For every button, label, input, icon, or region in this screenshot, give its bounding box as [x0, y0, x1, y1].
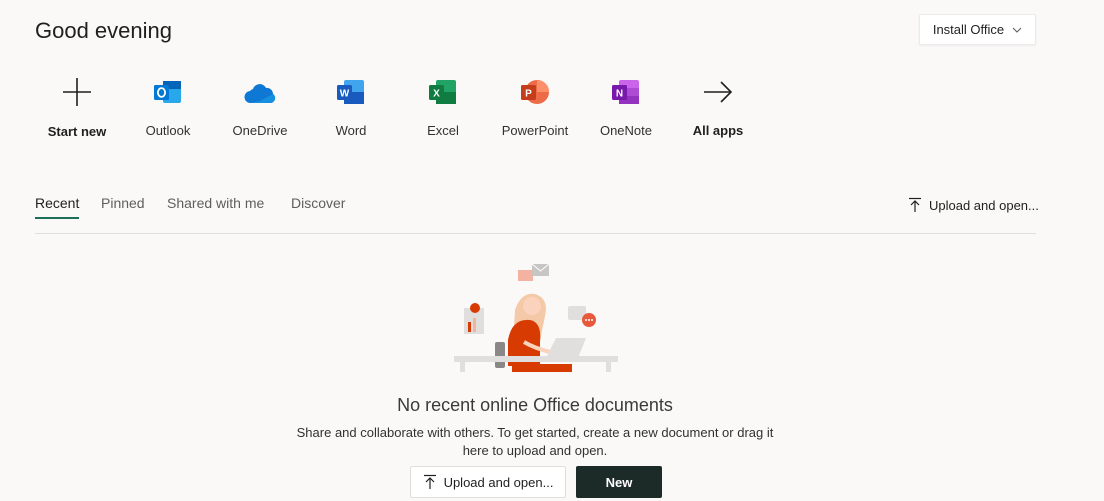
- excel-icon: X: [426, 76, 460, 107]
- upload-icon: [909, 197, 921, 212]
- app-onenote[interactable]: N OneNote: [581, 72, 671, 138]
- app-label: Word: [335, 123, 367, 138]
- tab-shared-with-me[interactable]: Shared with me: [167, 195, 264, 217]
- app-onedrive[interactable]: OneDrive: [215, 72, 305, 138]
- empty-state-title: No recent online Office documents: [397, 395, 673, 415]
- app-powerpoint[interactable]: P PowerPoint: [490, 72, 580, 138]
- upload-icon: [423, 474, 436, 489]
- app-label: OneNote: [599, 123, 653, 138]
- app-label: Excel: [427, 123, 459, 138]
- greeting-heading: Good evening: [35, 18, 172, 43]
- install-office-label: Install Office: [932, 22, 1005, 37]
- app-outlook[interactable]: Outlook: [123, 72, 213, 138]
- upload-and-open-link[interactable]: Upload and open...: [908, 197, 1039, 213]
- tabs-divider: [35, 233, 1036, 234]
- tab-discover[interactable]: Discover: [291, 195, 345, 217]
- outlook-icon: [151, 76, 185, 107]
- app-label: Start new: [47, 124, 107, 139]
- tab-pinned[interactable]: Pinned: [101, 195, 145, 217]
- tab-recent[interactable]: Recent: [35, 195, 80, 219]
- svg-text:W: W: [340, 88, 350, 99]
- install-office-button[interactable]: Install Office: [919, 14, 1036, 45]
- upload-and-open-button[interactable]: Upload and open...: [410, 466, 566, 498]
- arrow-right-icon: [701, 76, 735, 107]
- chevron-down-icon: [1012, 27, 1022, 33]
- upload-and-open-button-label: Upload and open...: [443, 474, 554, 490]
- svg-text:N: N: [616, 88, 623, 99]
- onenote-icon: N: [609, 76, 643, 107]
- new-document-button[interactable]: New: [576, 466, 662, 498]
- svg-text:X: X: [433, 88, 440, 99]
- app-label: OneDrive: [232, 123, 288, 138]
- empty-state-illustration: [454, 263, 618, 372]
- app-excel[interactable]: X Excel: [398, 72, 488, 138]
- app-label: All apps: [692, 123, 744, 138]
- start-new-button[interactable]: Start new: [32, 72, 122, 139]
- svg-text:P: P: [525, 88, 532, 99]
- powerpoint-icon: P: [518, 76, 552, 107]
- onedrive-icon: [243, 76, 277, 107]
- word-icon: W: [334, 76, 368, 107]
- app-label: Outlook: [145, 123, 191, 138]
- all-apps-button[interactable]: All apps: [673, 72, 763, 138]
- app-launcher: Start new Outlook OneDrive W Word X Exce…: [32, 72, 772, 142]
- empty-state-description: Share and collaborate with others. To ge…: [296, 425, 774, 458]
- plus-icon: [60, 76, 94, 108]
- upload-and-open-label: Upload and open...: [929, 197, 1039, 213]
- app-word[interactable]: W Word: [306, 72, 396, 138]
- app-label: PowerPoint: [501, 123, 569, 138]
